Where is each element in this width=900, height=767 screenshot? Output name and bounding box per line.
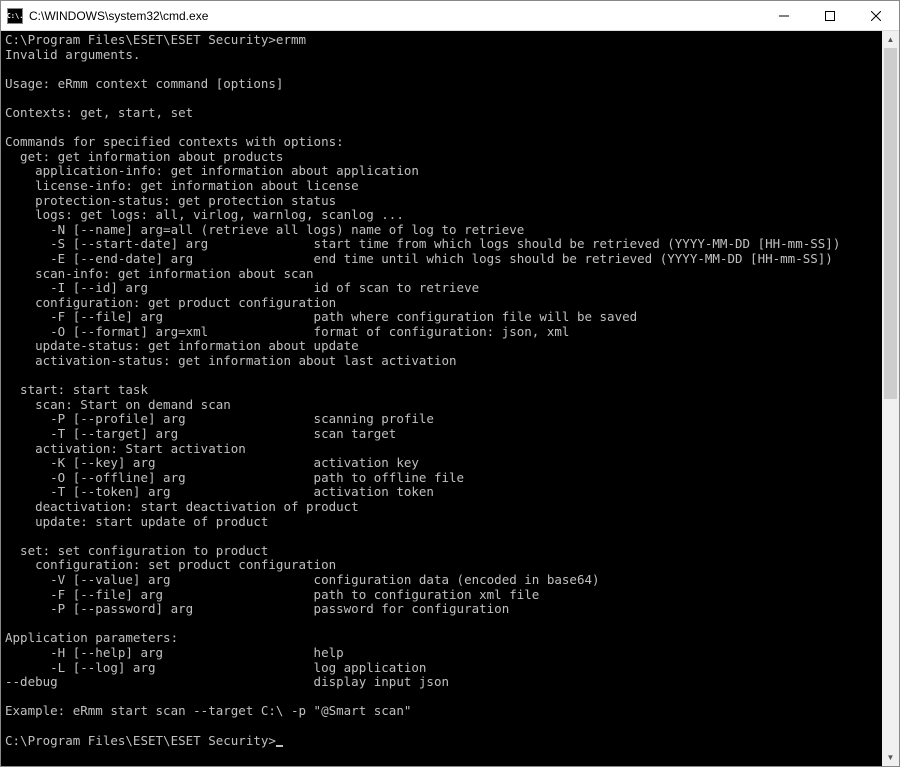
window-controls (761, 1, 899, 30)
content-area: C:\Program Files\ESET\ESET Security>ermm… (1, 31, 899, 766)
command-prompt: C:\Program Files\ESET\ESET Security> (5, 733, 276, 748)
titlebar[interactable]: C:\. C:\WINDOWS\system32\cmd.exe (1, 1, 899, 31)
minimize-icon (779, 11, 789, 21)
cmd-icon: C:\. (7, 8, 23, 24)
minimize-button[interactable] (761, 1, 807, 30)
cursor (276, 745, 283, 747)
maximize-icon (825, 11, 835, 21)
scroll-down-button[interactable]: ▼ (882, 749, 899, 766)
window-title: C:\WINDOWS\system32\cmd.exe (29, 9, 761, 23)
terminal-output[interactable]: C:\Program Files\ESET\ESET Security>ermm… (1, 31, 882, 766)
scroll-up-button[interactable]: ▲ (882, 31, 899, 48)
scroll-thumb[interactable] (884, 48, 897, 399)
scroll-track[interactable] (882, 48, 899, 749)
maximize-button[interactable] (807, 1, 853, 30)
close-icon (871, 11, 881, 21)
cmd-window: C:\. C:\WINDOWS\system32\cmd.exe C:\Prog… (0, 0, 900, 767)
close-button[interactable] (853, 1, 899, 30)
vertical-scrollbar[interactable]: ▲ ▼ (882, 31, 899, 766)
